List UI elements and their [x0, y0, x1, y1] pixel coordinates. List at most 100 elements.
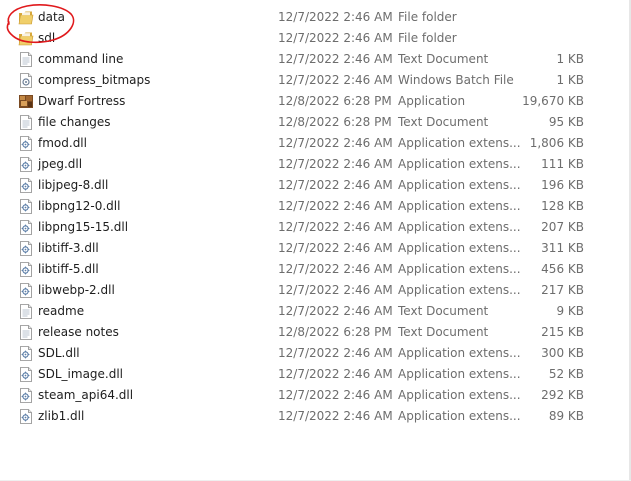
file-size: 311 KB: [541, 241, 584, 255]
file-size: 1 KB: [556, 73, 584, 87]
folder-icon: [18, 9, 34, 26]
text-document-icon: [18, 114, 34, 131]
file-size: 292 KB: [541, 388, 584, 402]
file-size: 207 KB: [541, 220, 584, 234]
file-date-modified: 12/8/2022 6:28 PM: [278, 94, 392, 108]
file-size: 128 KB: [541, 199, 584, 213]
file-type: Application extens...: [398, 220, 521, 234]
file-row[interactable]: libtiff-3.dll 12/7/2022 2:46 AM Applicat…: [0, 238, 631, 259]
file-row[interactable]: command line 12/7/2022 2:46 AM Text Docu…: [0, 49, 631, 70]
file-size: 95 KB: [548, 115, 584, 129]
file-name: zlib1.dll: [38, 409, 85, 423]
file-row[interactable]: libjpeg-8.dll 12/7/2022 2:46 AM Applicat…: [0, 175, 631, 196]
text-document-icon: [18, 51, 34, 68]
file-date-modified: 12/7/2022 2:46 AM: [278, 304, 393, 318]
file-size: 456 KB: [541, 262, 584, 276]
file-row[interactable]: file changes 12/8/2022 6:28 PM Text Docu…: [0, 112, 631, 133]
file-type: Text Document: [398, 115, 489, 129]
file-row[interactable]: libpng12-0.dll 12/7/2022 2:46 AM Applica…: [0, 196, 631, 217]
text-document-icon: [18, 303, 34, 320]
file-type: Application extens...: [398, 262, 521, 276]
file-type: Text Document: [398, 52, 489, 66]
file-name: fmod.dll: [38, 136, 87, 150]
file-row[interactable]: compress_bitmaps 12/7/2022 2:46 AM Windo…: [0, 70, 631, 91]
file-date-modified: 12/7/2022 2:46 AM: [278, 367, 393, 381]
file-size: 89 KB: [548, 409, 584, 423]
file-size: 300 KB: [541, 346, 584, 360]
file-row[interactable]: data 12/7/2022 2:46 AM File folder: [0, 7, 631, 28]
file-size: 217 KB: [541, 283, 584, 297]
file-name: libpng12-0.dll: [38, 199, 121, 213]
file-name: libjpeg-8.dll: [38, 178, 109, 192]
file-size: 196 KB: [541, 178, 584, 192]
dll-icon: [18, 219, 34, 236]
file-date-modified: 12/7/2022 2:46 AM: [278, 283, 393, 297]
file-row[interactable]: libpng15-15.dll 12/7/2022 2:46 AM Applic…: [0, 217, 631, 238]
file-date-modified: 12/7/2022 2:46 AM: [278, 157, 393, 171]
file-name: command line: [38, 52, 124, 66]
file-type: Application: [398, 94, 466, 108]
dll-icon: [18, 198, 34, 215]
file-date-modified: 12/7/2022 2:46 AM: [278, 388, 393, 402]
file-name: libtiff-5.dll: [38, 262, 99, 276]
file-type: Application extens...: [398, 241, 521, 255]
file-name: release notes: [38, 325, 119, 339]
dll-icon: [18, 156, 34, 173]
file-date-modified: 12/7/2022 2:46 AM: [278, 409, 393, 423]
file-name: SDL_image.dll: [38, 367, 124, 381]
text-document-icon: [18, 324, 34, 341]
file-date-modified: 12/7/2022 2:46 AM: [278, 136, 393, 150]
file-size: 215 KB: [541, 325, 584, 339]
file-type: Application extens...: [398, 283, 521, 297]
file-type: Application extens...: [398, 178, 521, 192]
file-size: 1 KB: [556, 52, 584, 66]
file-name: data: [38, 10, 66, 24]
file-row[interactable]: sdl 12/7/2022 2:46 AM File folder: [0, 28, 631, 49]
file-name: file changes: [38, 115, 111, 129]
file-type: Application extens...: [398, 199, 521, 213]
file-type: Application extens...: [398, 367, 521, 381]
file-date-modified: 12/7/2022 2:46 AM: [278, 31, 393, 45]
dll-icon: [18, 261, 34, 278]
file-type: File folder: [398, 31, 457, 45]
file-row[interactable]: libtiff-5.dll 12/7/2022 2:46 AM Applicat…: [0, 259, 631, 280]
dll-icon: [18, 240, 34, 257]
file-name: readme: [38, 304, 85, 318]
application-icon: [18, 93, 34, 110]
file-row[interactable]: release notes 12/8/2022 6:28 PM Text Doc…: [0, 322, 631, 343]
file-type: Text Document: [398, 304, 489, 318]
file-name: SDL.dll: [38, 346, 80, 360]
file-list: data 12/7/2022 2:46 AM File folder sdl 1…: [0, 7, 631, 427]
file-size: 1,806 KB: [529, 136, 584, 150]
dll-icon: [18, 366, 34, 383]
file-row[interactable]: zlib1.dll 12/7/2022 2:46 AM Application …: [0, 406, 631, 427]
file-name: steam_api64.dll: [38, 388, 134, 402]
file-size: 52 KB: [548, 367, 584, 381]
file-row[interactable]: SDL_image.dll 12/7/2022 2:46 AM Applicat…: [0, 364, 631, 385]
dll-icon: [18, 177, 34, 194]
file-type: Application extens...: [398, 136, 521, 150]
file-name: libpng15-15.dll: [38, 220, 129, 234]
file-row[interactable]: jpeg.dll 12/7/2022 2:46 AM Application e…: [0, 154, 631, 175]
file-name: Dwarf Fortress: [38, 94, 126, 108]
file-type: Windows Batch File: [398, 73, 514, 87]
file-date-modified: 12/7/2022 2:46 AM: [278, 52, 393, 66]
dll-icon: [18, 135, 34, 152]
file-date-modified: 12/7/2022 2:46 AM: [278, 178, 393, 192]
file-date-modified: 12/7/2022 2:46 AM: [278, 241, 393, 255]
file-date-modified: 12/7/2022 2:46 AM: [278, 10, 393, 24]
file-name: sdl: [38, 31, 56, 45]
dll-icon: [18, 345, 34, 362]
file-row[interactable]: steam_api64.dll 12/7/2022 2:46 AM Applic…: [0, 385, 631, 406]
dll-icon: [18, 387, 34, 404]
file-row[interactable]: readme 12/7/2022 2:46 AM Text Document 9…: [0, 301, 631, 322]
file-name: compress_bitmaps: [38, 73, 151, 87]
file-row[interactable]: fmod.dll 12/7/2022 2:46 AM Application e…: [0, 133, 631, 154]
file-name: libtiff-3.dll: [38, 241, 99, 255]
file-type: Application extens...: [398, 157, 521, 171]
file-row[interactable]: libwebp-2.dll 12/7/2022 2:46 AM Applicat…: [0, 280, 631, 301]
dll-icon: [18, 408, 34, 425]
file-row[interactable]: Dwarf Fortress 12/8/2022 6:28 PM Applica…: [0, 91, 631, 112]
batch-file-icon: [18, 72, 34, 89]
file-row[interactable]: SDL.dll 12/7/2022 2:46 AM Application ex…: [0, 343, 631, 364]
